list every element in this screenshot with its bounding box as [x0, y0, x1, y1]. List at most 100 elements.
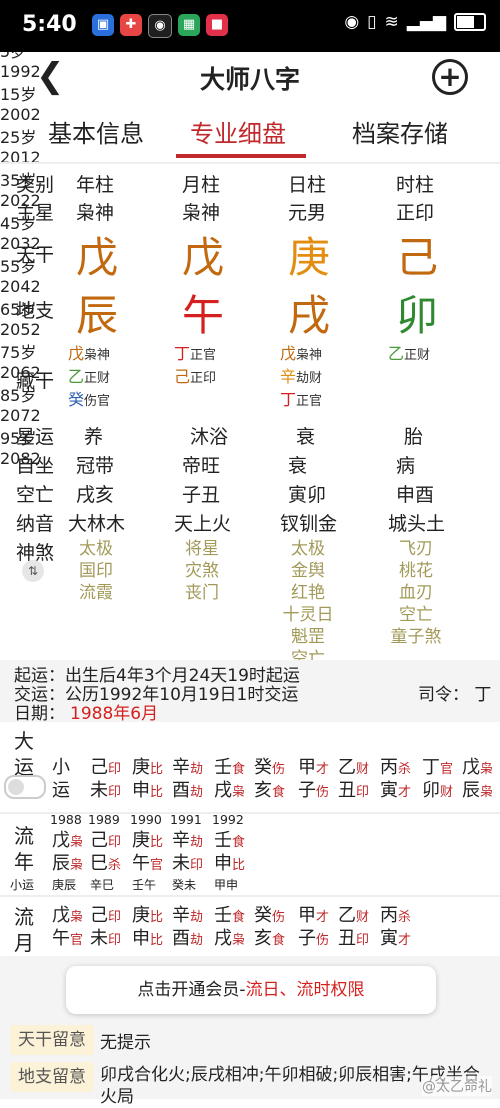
xingyun: 沐浴 — [190, 426, 229, 448]
hidden-stem-god: 枭神 — [84, 348, 111, 363]
xiaoyun-item: 甲申 — [214, 878, 239, 892]
sort-toggle-icon[interactable]: ⇅ — [22, 560, 44, 582]
main-star: 枭神 — [182, 202, 221, 224]
zhi-char: 申 — [214, 853, 232, 874]
zhi-god: 伤 — [316, 933, 330, 948]
shensha-list: 太极 金舆 红艳 十灵日 魁罡 空亡 — [278, 538, 338, 670]
liuyue-zhi: 子伤 — [298, 927, 329, 953]
gan-god: 食 — [232, 835, 246, 850]
dayun-toggle[interactable] — [4, 775, 46, 799]
row-label: 天干 — [16, 244, 55, 266]
gan-char: 小 — [52, 757, 70, 778]
zhi-char: 丑 — [338, 780, 356, 801]
zhi-god: 印 — [356, 785, 370, 800]
shensha-item: 太极 — [79, 539, 113, 559]
nayin: 大林木 — [68, 513, 126, 535]
gan-char: 己 — [90, 757, 108, 778]
zhi-char: 辰 — [462, 780, 480, 801]
zhi-char: 子 — [298, 928, 316, 949]
tiangan: 庚 — [288, 233, 331, 282]
liuyue-zhi: 午官 — [52, 927, 83, 953]
hidden-stem-char: 丁 — [174, 344, 191, 363]
row-label: 纳音 — [16, 513, 55, 535]
pillar-category: 年柱 — [76, 174, 115, 196]
liunian-year: 1990 — [130, 812, 162, 827]
liunian-zhi: 未印 — [172, 852, 203, 878]
shensha-item: 十灵日 — [282, 605, 334, 625]
signal-icon: ▂▄▆ — [406, 12, 446, 32]
tab-detail[interactable]: 专业细盘 — [190, 114, 286, 149]
hidden-stem: 丁正官 — [280, 386, 322, 410]
zhi-god: 食 — [272, 785, 286, 800]
gan-god: 比 — [150, 835, 164, 850]
hidden-stem-god: 伤官 — [84, 394, 111, 409]
gan-god: 杀 — [398, 762, 412, 777]
zhi-char: 运 — [52, 780, 70, 801]
gan-char: 己 — [90, 905, 108, 926]
liuyue-zhi: 未印 — [90, 927, 121, 953]
liunian-year: 1992 — [212, 812, 244, 827]
liunian-year: 1989 — [88, 812, 120, 827]
status-time: 5:40 — [22, 12, 77, 37]
pillar-category: 时柱 — [396, 174, 435, 196]
zhi-char: 寅 — [380, 928, 398, 949]
hidden-stem: 戊枭神 — [280, 340, 322, 364]
gan-god: 伤 — [272, 910, 286, 925]
liuyue-label: 流月 — [14, 905, 34, 955]
zhi-god: 才 — [398, 785, 412, 800]
liuyue-zhi: 丑印 — [338, 927, 369, 953]
dayun-zhi: 亥食 — [254, 779, 285, 805]
hidden-stem: 乙正财 — [388, 340, 430, 364]
row-label: 空亡 — [16, 484, 55, 506]
vip-button[interactable]: 点击开通会员-流日、流时权限 — [66, 966, 436, 1014]
zhi-god: 印 — [108, 785, 122, 800]
xiaoyun-item: 庚辰 — [52, 878, 77, 892]
shensha-item: 童子煞 — [390, 627, 442, 647]
app-icon: ◉ — [148, 14, 172, 38]
tab-archive[interactable]: 档案存储 — [352, 114, 448, 149]
main-star: 正印 — [396, 202, 435, 224]
row-label: 主星 — [16, 202, 55, 224]
shensha-item: 国印 — [79, 561, 113, 581]
tgly-tag: 天干留意 — [10, 1025, 94, 1055]
zizuo: 帝旺 — [182, 455, 221, 477]
zizuo: 衰 — [288, 455, 308, 477]
dayun-zhi: 酉劫 — [172, 779, 203, 805]
kongwang: 寅卯 — [288, 484, 327, 506]
row-label: 藏干 — [16, 370, 55, 392]
row-label: 类别 — [16, 174, 55, 196]
gan-god: 财 — [356, 910, 370, 925]
zhi-god: 枭 — [232, 785, 246, 800]
liuyue-zhi: 寅才 — [380, 927, 411, 953]
hidden-stem-god: 劫财 — [296, 371, 323, 386]
riqi-value: 1988年6月 — [70, 704, 159, 724]
zhi-char: 申 — [132, 928, 150, 949]
gan-char: 辛 — [172, 757, 190, 778]
liunian-year: 1988 — [50, 812, 82, 827]
zhi-god: 枭 — [70, 858, 84, 873]
add-icon[interactable]: + — [432, 59, 468, 95]
gan-char: 癸 — [254, 757, 272, 778]
hidden-stem-char: 癸 — [68, 390, 85, 409]
hidden-stem: 己正印 — [174, 363, 216, 387]
zhi-char: 酉 — [172, 780, 190, 801]
hidden-stem-god: 正财 — [404, 348, 431, 363]
zhi-god: 食 — [272, 933, 286, 948]
zhi-god: 财 — [440, 785, 454, 800]
gan-god: 才 — [316, 762, 330, 777]
gan-char: 甲 — [298, 905, 316, 926]
zizuo: 冠带 — [76, 455, 115, 477]
gan-char: 壬 — [214, 905, 232, 926]
tab-indicator — [176, 154, 306, 158]
shensha-list: 飞刃 桃花 血刃 空亡 童子煞 — [386, 538, 446, 648]
gan-god: 伤 — [272, 762, 286, 777]
gan-char: 丁 — [422, 757, 440, 778]
zhi-god: 印 — [190, 858, 204, 873]
gan-god: 食 — [232, 762, 246, 777]
tab-basic-info[interactable]: 基本信息 — [48, 114, 144, 149]
pillar-category: 日柱 — [288, 174, 327, 196]
gan-god: 劫 — [190, 762, 204, 777]
shensha-item: 流霞 — [79, 583, 113, 603]
zhi-god: 伤 — [316, 785, 330, 800]
liunian-year: 1991 — [170, 812, 202, 827]
